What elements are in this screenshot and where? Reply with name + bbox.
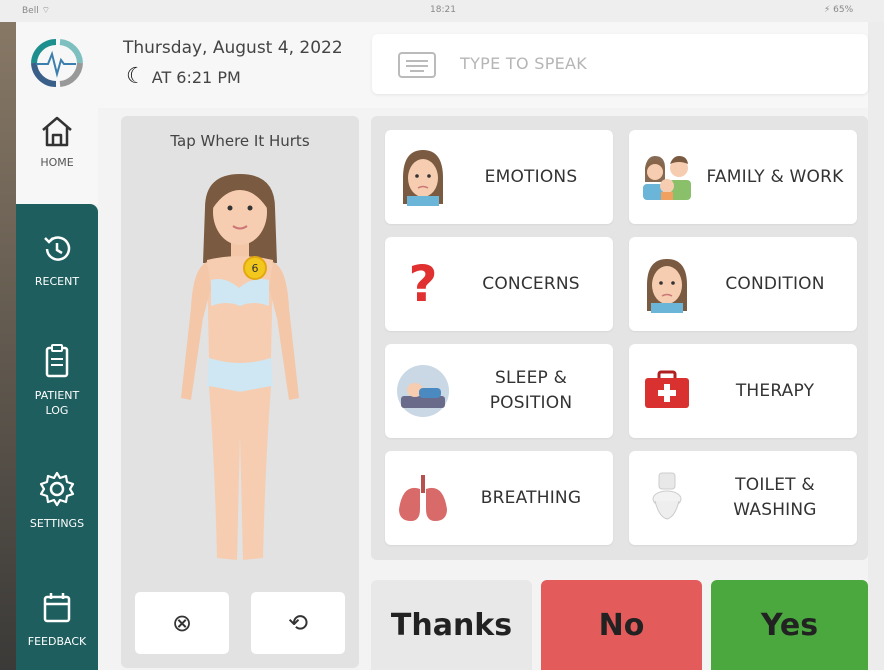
sidebar: RECENT PATIENT LOG SETTINGS FEEDBACK — [16, 204, 98, 670]
clipboard-icon — [45, 344, 69, 378]
pain-marker[interactable]: 6 — [252, 262, 259, 275]
category-sleep-position[interactable]: SLEEP & POSITION — [385, 344, 613, 438]
family-icon — [643, 156, 691, 200]
category-concerns[interactable]: ? CONCERNS — [385, 237, 613, 331]
no-button[interactable]: No — [541, 580, 702, 670]
home-icon — [42, 116, 72, 147]
time-label: AT 6:21 PM — [151, 67, 241, 87]
circle-x-icon: ⊗ — [171, 609, 193, 637]
nav-recent-label: RECENT — [34, 275, 80, 288]
body-map[interactable]: 6 — [155, 168, 325, 578]
first-aid-kit-icon — [645, 370, 689, 408]
svg-text:?: ? — [408, 255, 437, 313]
nav-patient-log[interactable]: PATIENT LOG — [16, 342, 98, 418]
toilet-icon — [652, 472, 682, 520]
category-label: CONDITION — [725, 273, 825, 294]
category-therapy[interactable]: THERAPY — [629, 344, 857, 438]
category-label: THERAPY — [735, 380, 815, 401]
body-map-title: Tap Where It Hurts — [170, 132, 310, 150]
category-label: FAMILY & WORK — [706, 166, 844, 187]
rotate-icon: ⟲ — [287, 609, 309, 637]
lungs-icon — [399, 475, 447, 521]
yes-button[interactable]: Yes — [711, 580, 868, 670]
calendar-icon — [43, 593, 71, 623]
device-bezel-left — [0, 0, 16, 670]
category-label: SLEEP & POSITION — [489, 368, 573, 413]
category-breathing[interactable]: BREATHING — [385, 451, 613, 545]
nav-settings[interactable]: SETTINGS — [16, 470, 98, 531]
header: Thursday, August 4, 2022 ☾ AT 6:21 PM TY… — [16, 22, 868, 108]
current-date: Thursday, August 4, 2022 — [123, 38, 343, 58]
category-label: TOILET & WASHING — [733, 475, 817, 520]
moon-icon: ☾ — [126, 64, 146, 89]
keyboard-icon — [398, 52, 436, 78]
status-carrier: Bell ⌔ — [22, 6, 51, 16]
gear-icon — [39, 471, 75, 507]
thanks-button[interactable]: Thanks — [371, 580, 532, 670]
type-to-speak-placeholder: TYPE TO SPEAK — [460, 54, 588, 73]
category-emotions[interactable]: EMOTIONS — [385, 130, 613, 224]
current-time: ☾ AT 6:21 PM — [126, 66, 241, 88]
body-map-panel: Tap Where It Hurts 6 ⊗ ⟲ — [121, 116, 359, 668]
nav-feedback[interactable]: FEEDBACK — [16, 590, 98, 649]
status-bar: Bell ⌔ 18:21 ⚡ 65% — [0, 0, 884, 22]
clear-marks-button[interactable]: ⊗ — [135, 592, 229, 654]
app-logo — [31, 38, 83, 88]
category-label: CONCERNS — [482, 273, 580, 294]
nav-home[interactable]: HOME — [16, 108, 98, 204]
nav-recent[interactable]: RECENT — [16, 232, 98, 289]
nav-feedback-label: FEEDBACK — [27, 635, 87, 648]
question-mark-icon: ? — [408, 255, 437, 313]
nav-home-label: HOME — [40, 156, 74, 169]
status-battery: ⚡ 65% — [824, 5, 854, 15]
status-clock: 18:21 — [430, 5, 456, 15]
type-to-speak-input[interactable]: TYPE TO SPEAK — [372, 34, 868, 94]
category-label: EMOTIONS — [484, 166, 578, 187]
woman-face-icon — [403, 150, 443, 206]
dizzy-face-icon — [647, 259, 687, 313]
device-bezel-right — [868, 0, 884, 670]
category-toilet-washing[interactable]: TOILET & WASHING — [629, 451, 857, 545]
category-panel: EMOTIONS FAMILY & WORK ? CONCERNS CONDIT… — [371, 116, 868, 560]
nav-settings-label: SETTINGS — [29, 517, 85, 530]
category-family-work[interactable]: FAMILY & WORK — [629, 130, 857, 224]
category-condition[interactable]: CONDITION — [629, 237, 857, 331]
category-label: BREATHING — [480, 487, 582, 508]
sleep-icon — [397, 365, 449, 417]
rotate-body-button[interactable]: ⟲ — [251, 592, 345, 654]
nav-patient-log-label: PATIENT LOG — [34, 389, 80, 417]
history-icon — [44, 236, 71, 261]
